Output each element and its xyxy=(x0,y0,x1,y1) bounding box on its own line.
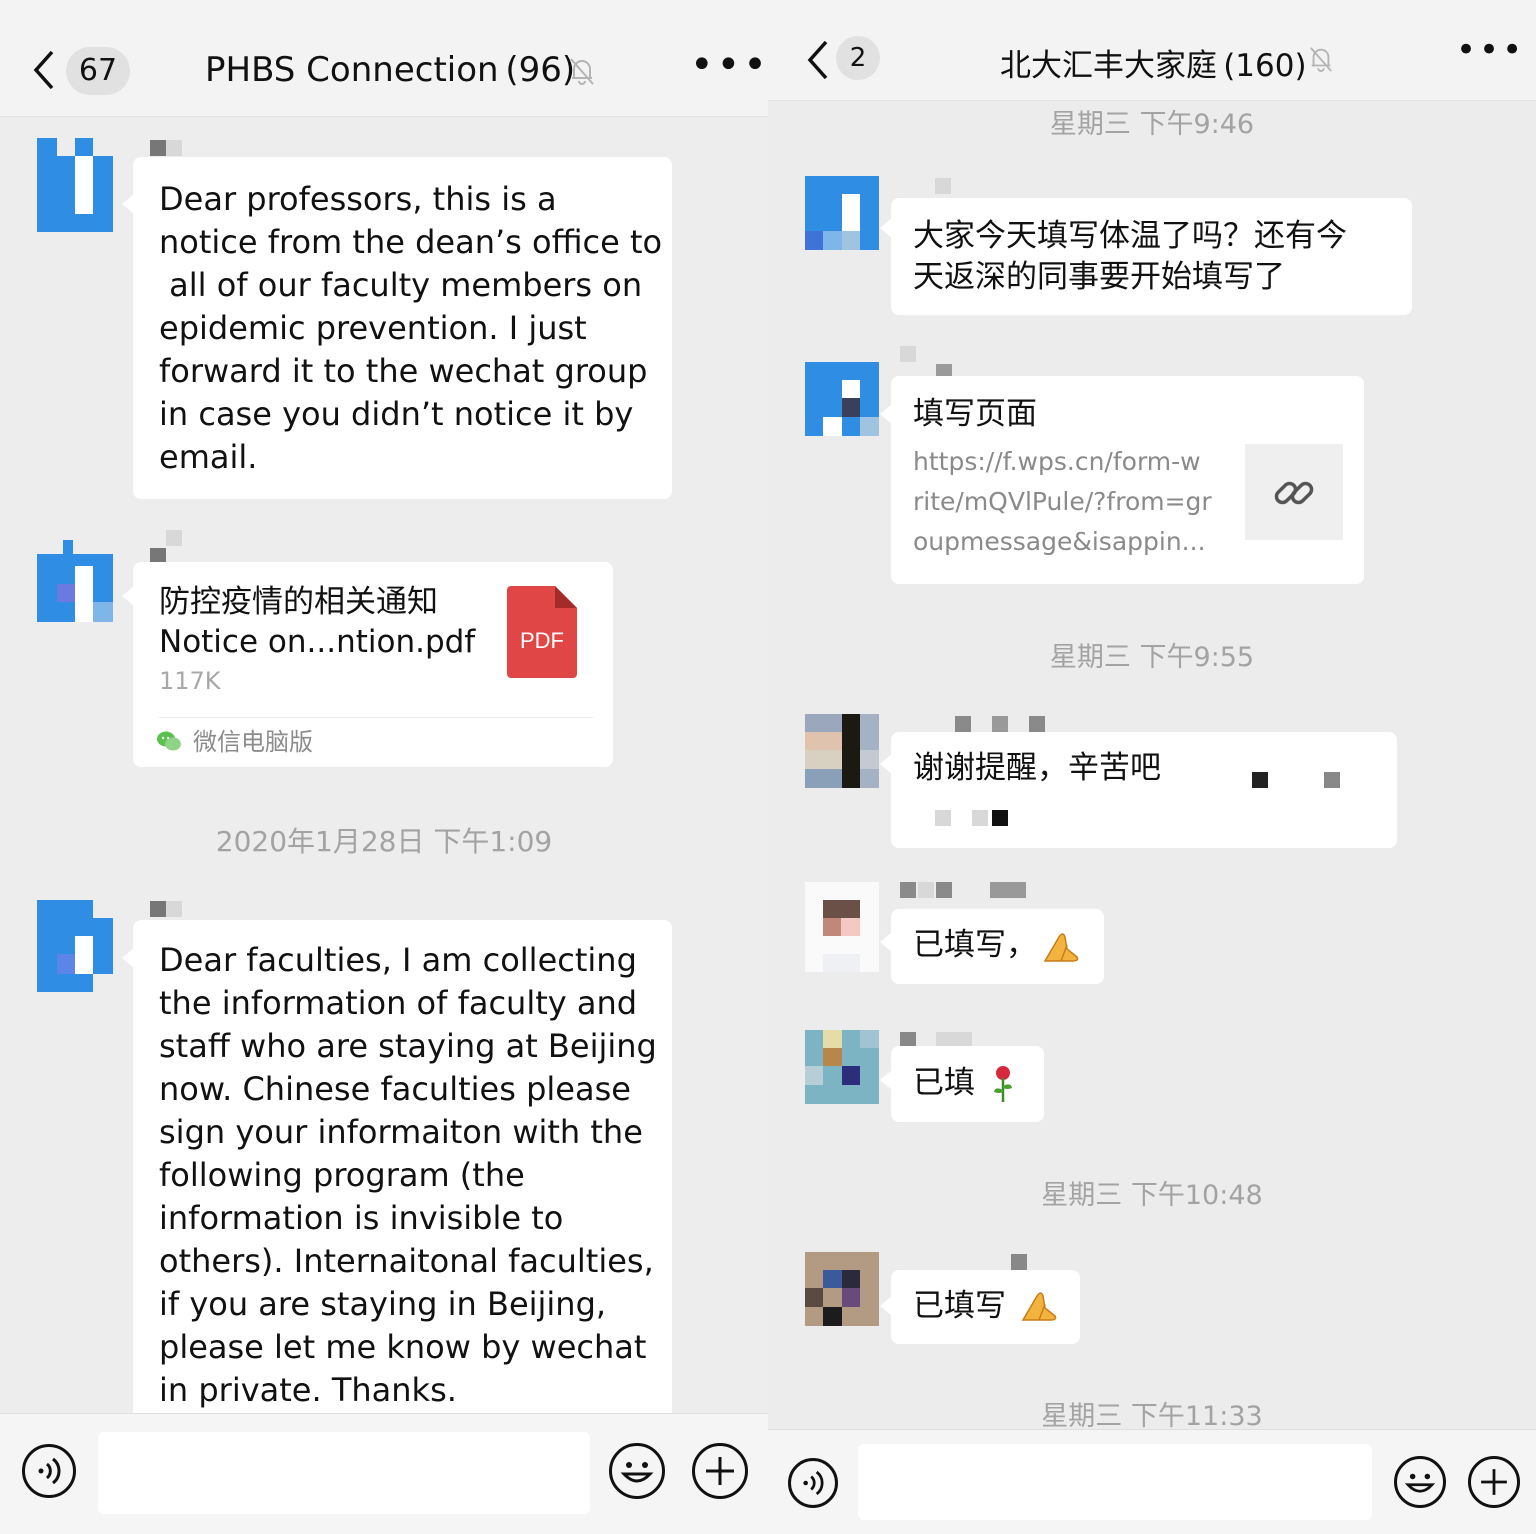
back-chevron-icon[interactable] xyxy=(806,40,830,84)
avatar[interactable] xyxy=(805,882,879,972)
rose-icon xyxy=(991,1064,1015,1108)
message-text: Dear faculties, I am collecting the info… xyxy=(159,941,657,1409)
file-message-card[interactable]: 防控疫情的相关通知 Notice on...ntion.pdf 117K PDF… xyxy=(133,562,613,767)
file-name: Notice on...ntion.pdf xyxy=(159,624,476,660)
avatar[interactable] xyxy=(805,714,879,788)
file-size: 117K xyxy=(159,667,221,695)
sender-name-blurred xyxy=(955,716,971,732)
sender-name-blurred xyxy=(166,901,182,917)
timestamp: 2020年1月28日 下午1:09 xyxy=(215,825,553,858)
message-text: Dear professors, this is a notice from t… xyxy=(159,180,663,476)
redaction-block xyxy=(992,810,1008,826)
sender-name-blurred xyxy=(990,882,1026,898)
sender-name-blurred xyxy=(166,530,182,546)
praying-hands-icon xyxy=(1019,1286,1059,1328)
mute-bell-icon xyxy=(568,56,596,90)
message-bubble[interactable]: 已填写 xyxy=(891,1270,1080,1344)
pdf-file-icon: PDF xyxy=(507,586,577,678)
avatar[interactable] xyxy=(805,1252,879,1326)
link-thumbnail xyxy=(1245,444,1343,540)
avatar[interactable] xyxy=(805,176,879,250)
mute-bell-icon xyxy=(1308,45,1334,77)
add-attachment-icon[interactable] xyxy=(1468,1456,1520,1508)
sender-name-blurred xyxy=(992,716,1008,732)
sender-name-blurred xyxy=(1011,1254,1027,1270)
sender-name-blurred xyxy=(166,140,182,156)
avatar[interactable] xyxy=(37,900,113,992)
divider xyxy=(159,717,593,718)
message-input-bar xyxy=(0,1413,768,1534)
wechat-logo-icon xyxy=(157,730,181,756)
message-bubble[interactable]: 已填写， xyxy=(891,909,1104,984)
praying-hands-icon xyxy=(1041,927,1081,969)
back-chevron-icon[interactable] xyxy=(32,50,56,94)
message-bubble[interactable]: Dear professors, this is a notice from t… xyxy=(133,157,672,499)
sender-name-blurred xyxy=(936,882,952,898)
message-text: 已填写， xyxy=(913,927,1037,963)
sender-name-blurred xyxy=(918,882,934,898)
link-chain-icon xyxy=(1271,470,1317,520)
file-source-label: 微信电脑版 xyxy=(193,728,313,756)
chat-title: PHBS Connection (96) xyxy=(205,50,576,90)
unread-count-badge[interactable]: 67 xyxy=(66,47,130,95)
link-url: https://f.wps.cn/form-w rite/mQVlPule/?f… xyxy=(913,447,1212,556)
redaction-block xyxy=(1252,772,1268,788)
message-bubble[interactable]: 大家今天填写体温了吗？还有今 天返深的同事要开始填写了 xyxy=(891,198,1412,315)
avatar[interactable] xyxy=(805,1030,879,1104)
redaction-block xyxy=(935,810,951,826)
message-input[interactable] xyxy=(98,1432,590,1514)
pdf-badge-label: PDF xyxy=(520,628,564,653)
message-bubble[interactable]: 谢谢提醒，辛苦吧 xyxy=(891,732,1397,848)
avatar[interactable] xyxy=(805,362,879,436)
timestamp: 星期三 下午9:55 xyxy=(1049,642,1255,673)
right-chat-window: 2 北大汇丰大家庭 (160) ••• 星期三 下午9:46 大家今天填写体温了… xyxy=(768,0,1536,1534)
add-attachment-icon[interactable] xyxy=(692,1443,748,1499)
chat-title: 北大汇丰大家庭 (160) xyxy=(1000,48,1307,84)
emoji-icon[interactable] xyxy=(609,1443,665,1499)
left-chat-window: 67 PHBS Connection (96) ••• Dear profess… xyxy=(0,0,768,1534)
timestamp: 星期三 下午10:48 xyxy=(1041,1180,1263,1211)
sender-name-blurred xyxy=(935,178,951,194)
voice-input-icon[interactable] xyxy=(788,1458,838,1508)
redaction-block xyxy=(1324,772,1340,788)
avatar[interactable] xyxy=(37,138,113,232)
message-input-bar xyxy=(768,1429,1536,1534)
message-text: 已填 xyxy=(913,1065,975,1101)
sender-name-blurred xyxy=(150,901,166,917)
redaction-block xyxy=(972,810,988,826)
sender-name-blurred xyxy=(150,140,166,156)
message-input[interactable] xyxy=(858,1444,1372,1520)
message-text: 谢谢提醒，辛苦吧 xyxy=(913,750,1161,786)
link-message-card[interactable]: 填写页面 https://f.wps.cn/form-w rite/mQVlPu… xyxy=(891,376,1364,584)
sender-name-blurred xyxy=(1029,716,1045,732)
unread-count-badge[interactable]: 2 xyxy=(836,36,880,80)
link-title: 填写页面 xyxy=(913,396,1037,432)
message-bubble[interactable]: 已填 xyxy=(891,1046,1044,1122)
message-text: 已填写 xyxy=(913,1288,1006,1324)
chat-header: 67 PHBS Connection (96) ••• xyxy=(0,0,768,117)
more-options-icon[interactable]: ••• xyxy=(690,42,768,88)
file-title-cn: 防控疫情的相关通知 xyxy=(159,584,438,620)
more-options-icon[interactable]: ••• xyxy=(1456,30,1525,70)
timestamp: 星期三 下午9:46 xyxy=(1049,109,1255,140)
voice-input-icon[interactable] xyxy=(22,1444,76,1498)
timestamp: 星期三 下午11:33 xyxy=(1041,1401,1263,1432)
sender-name-blurred xyxy=(900,882,916,898)
message-bubble[interactable]: Dear faculties, I am collecting the info… xyxy=(133,920,672,1440)
message-text: 大家今天填写体温了吗？还有今 天返深的同事要开始填写了 xyxy=(913,218,1347,295)
emoji-icon[interactable] xyxy=(1394,1456,1446,1508)
avatar[interactable] xyxy=(37,540,113,622)
sender-name-blurred xyxy=(900,346,916,362)
chat-header: 2 北大汇丰大家庭 (160) ••• xyxy=(768,0,1536,101)
